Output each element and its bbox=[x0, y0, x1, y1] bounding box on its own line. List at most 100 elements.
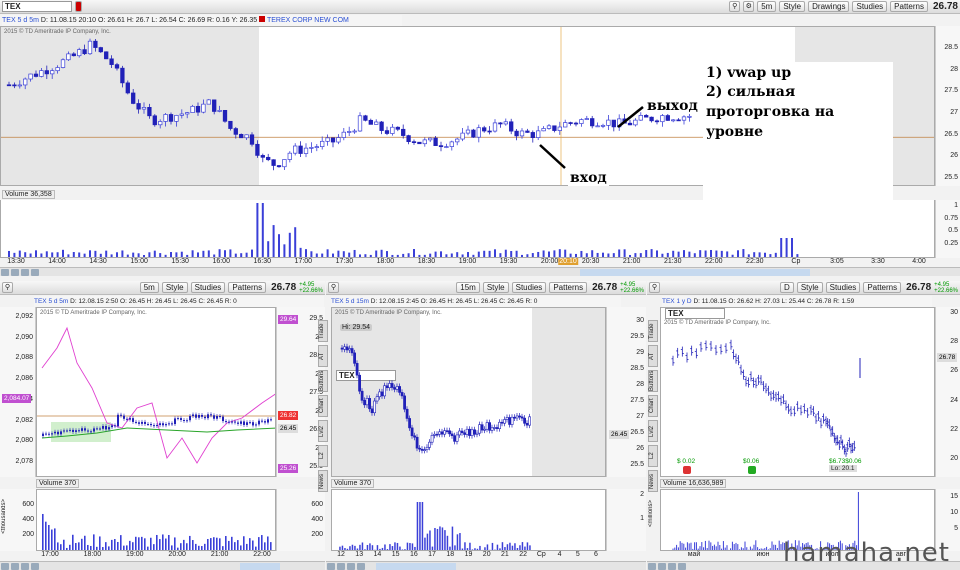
candle-body bbox=[401, 128, 406, 136]
link-icon[interactable]: ⚲ bbox=[328, 282, 339, 293]
side-tab[interactable]: Chart bbox=[648, 395, 658, 417]
style-button[interactable]: Style bbox=[779, 1, 806, 12]
volume-bar bbox=[129, 540, 131, 550]
link-icon[interactable]: ⚲ bbox=[649, 282, 660, 293]
left-price-pane[interactable]: 2015 © TD Ameritrade IP Company, Inc. bbox=[36, 307, 276, 477]
x-tick-label: 22:00 bbox=[253, 551, 271, 558]
volume-bar bbox=[694, 542, 696, 550]
side-tab[interactable]: Chart bbox=[318, 395, 328, 417]
dividend-icon-1[interactable] bbox=[683, 466, 691, 474]
volume-bar bbox=[688, 543, 690, 550]
candle-body bbox=[66, 53, 71, 61]
watermark: hamaha.net bbox=[782, 538, 950, 568]
scroll-thumb[interactable] bbox=[580, 269, 810, 276]
style-button[interactable]: Style bbox=[161, 282, 188, 293]
dividend-icon-2[interactable] bbox=[748, 466, 756, 474]
side-tab[interactable]: Lvl2 bbox=[318, 420, 328, 442]
y-tick-label: 24 bbox=[950, 396, 958, 404]
x-tick-label: 22 bbox=[519, 551, 528, 558]
left-scrollbar[interactable] bbox=[0, 561, 325, 570]
period-button[interactable]: 5m bbox=[139, 282, 159, 293]
y-tick-label: 27.5 bbox=[630, 397, 644, 404]
period-button[interactable]: D bbox=[780, 282, 794, 293]
mid-price-tag: 26.45 bbox=[609, 430, 630, 439]
volume-bar bbox=[380, 249, 383, 257]
side-tab[interactable]: AT bbox=[648, 345, 658, 367]
style-button[interactable]: Style bbox=[796, 282, 823, 293]
candle-body bbox=[671, 119, 676, 122]
studies-button[interactable]: Studies bbox=[825, 282, 861, 293]
y-tick-label: 2 bbox=[640, 491, 644, 498]
side-tab[interactable]: L2 bbox=[318, 445, 328, 467]
volume-bar bbox=[681, 542, 683, 550]
candle-body bbox=[152, 115, 157, 126]
candle-body bbox=[495, 427, 499, 429]
patterns-button[interactable]: Patterns bbox=[890, 1, 928, 12]
style-button[interactable]: Style bbox=[482, 282, 509, 293]
symbol-input[interactable]: TEX bbox=[2, 1, 72, 12]
side-tab[interactable]: Buttons bbox=[318, 370, 328, 392]
period-button[interactable]: 5m bbox=[757, 1, 777, 12]
candle-body bbox=[212, 99, 217, 112]
volume-bar bbox=[686, 542, 688, 550]
symbol-color-icon[interactable] bbox=[75, 1, 82, 12]
candle-body bbox=[206, 99, 211, 105]
candle-body bbox=[87, 430, 89, 432]
volume-bar bbox=[679, 541, 681, 550]
patterns-button[interactable]: Patterns bbox=[863, 282, 902, 293]
link-icon[interactable]: ⚲ bbox=[729, 1, 741, 12]
candle-body bbox=[186, 420, 188, 422]
zoom-out-icon[interactable] bbox=[11, 268, 19, 276]
candle-body bbox=[573, 122, 579, 125]
studies-button[interactable]: Studies bbox=[511, 282, 547, 293]
zoom-in-icon[interactable] bbox=[1, 268, 9, 276]
patterns-button[interactable]: Patterns bbox=[549, 282, 588, 293]
candle-body bbox=[384, 130, 390, 134]
candle-body bbox=[357, 115, 363, 132]
x-tick-label: 22:00 bbox=[705, 258, 723, 265]
annotation-line1: 1) vwap up bbox=[706, 65, 792, 81]
right-price-pane[interactable]: TEX 2015 © TD Ameritrade IP Company, Inc… bbox=[660, 307, 935, 477]
candle-body bbox=[201, 103, 206, 113]
side-tab[interactable]: News bbox=[648, 470, 658, 492]
scroll-right-icon[interactable] bbox=[31, 268, 39, 276]
side-tab[interactable]: L2 bbox=[648, 445, 658, 467]
candle-body bbox=[546, 125, 552, 129]
volume-bar bbox=[191, 250, 194, 257]
candle-body bbox=[649, 116, 654, 122]
side-tab[interactable]: Buttons bbox=[648, 370, 658, 392]
candle-body bbox=[611, 119, 616, 128]
mid-scrollbar[interactable] bbox=[326, 561, 646, 570]
scroll-left-icon[interactable] bbox=[21, 268, 29, 276]
studies-button[interactable]: Studies bbox=[852, 1, 888, 12]
mid-price-pane[interactable]: TEX 2015 © TD Ameritrade IP Company, Inc… bbox=[331, 307, 606, 477]
volume-bar bbox=[294, 227, 297, 257]
drawings-button[interactable]: Drawings bbox=[808, 1, 850, 12]
x-tick-label: 19:00 bbox=[458, 258, 477, 265]
top-scrollbar[interactable] bbox=[0, 267, 960, 276]
side-tab[interactable]: Lvl2 bbox=[648, 420, 658, 442]
candle-body bbox=[303, 147, 309, 154]
side-tab[interactable]: News bbox=[318, 470, 328, 492]
candle-body bbox=[78, 430, 80, 432]
y-tick-label: 1 bbox=[954, 202, 958, 209]
candle-body bbox=[180, 418, 182, 420]
volume-bar bbox=[93, 534, 95, 550]
volume-bar bbox=[451, 526, 454, 550]
gear-icon[interactable]: ⚙ bbox=[743, 1, 755, 12]
candle-body bbox=[210, 414, 212, 416]
volume-bar bbox=[504, 249, 507, 257]
candle-body bbox=[445, 430, 449, 432]
side-tab[interactable]: Trade bbox=[318, 320, 328, 342]
period-button[interactable]: 15m bbox=[456, 282, 480, 293]
patterns-button[interactable]: Patterns bbox=[228, 282, 267, 293]
studies-button[interactable]: Studies bbox=[190, 282, 226, 293]
candle-body bbox=[633, 119, 638, 126]
side-tab[interactable]: Trade bbox=[648, 320, 658, 342]
side-tab[interactable]: AT bbox=[318, 345, 328, 367]
candle-body bbox=[343, 346, 347, 350]
volume-bar bbox=[228, 540, 230, 550]
link-icon[interactable]: ⚲ bbox=[2, 282, 13, 293]
candle-body bbox=[370, 408, 374, 414]
volume-bar bbox=[256, 203, 259, 257]
